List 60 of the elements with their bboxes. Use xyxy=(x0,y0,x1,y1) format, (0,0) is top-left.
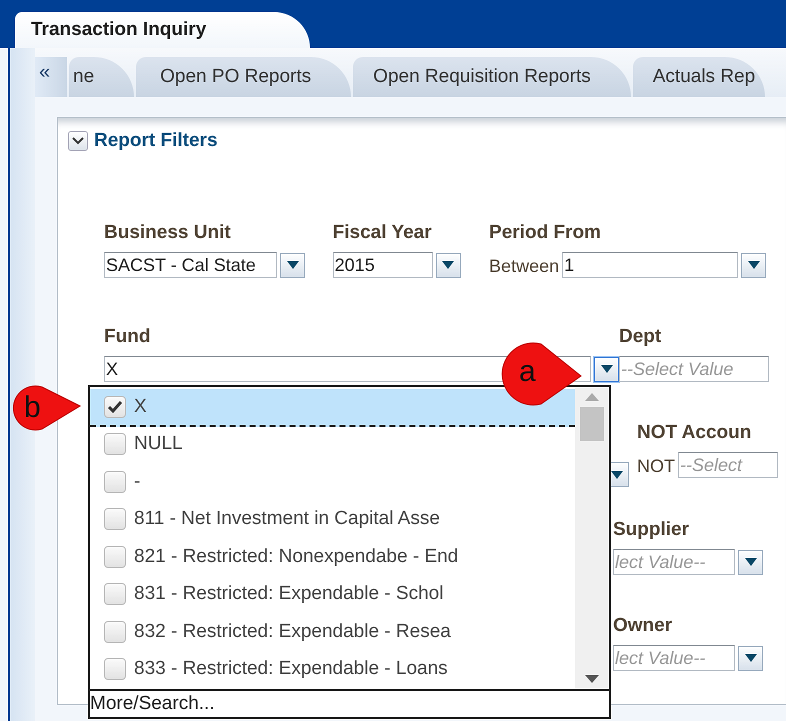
select-field[interactable]: --Select Value xyxy=(619,356,769,382)
field-label: Fiscal Year xyxy=(332,222,433,244)
dropdown-button[interactable] xyxy=(594,356,619,382)
caret-down-icon xyxy=(442,261,454,269)
scroll-thumb[interactable] xyxy=(580,407,604,441)
select-field[interactable]: 1 xyxy=(562,252,738,278)
dropdown-button[interactable] xyxy=(738,550,763,574)
checkbox[interactable] xyxy=(104,620,126,643)
field-label: Supplier xyxy=(613,519,690,541)
tab[interactable]: ne xyxy=(69,57,134,97)
checkbox[interactable] xyxy=(104,658,126,680)
checkbox[interactable] xyxy=(104,433,126,456)
dropdown-button[interactable] xyxy=(280,252,305,278)
dropdown-button[interactable] xyxy=(741,252,766,278)
list-option[interactable]: 821 - Restricted: Nonexpendabe - End xyxy=(90,539,575,576)
more-search-link[interactable]: More/Search... xyxy=(90,691,609,715)
list-option[interactable]: NULL xyxy=(90,426,575,464)
checkbox[interactable] xyxy=(104,583,126,606)
caret-down-icon xyxy=(610,470,622,478)
scroll-down-icon[interactable] xyxy=(585,675,599,683)
list-option[interactable]: 832 - Restricted: Expendable - Resea xyxy=(90,614,575,652)
dropdown-button[interactable] xyxy=(436,252,461,278)
checkbox[interactable] xyxy=(104,508,126,530)
field-prefix: NOT xyxy=(637,456,675,477)
list-option[interactable]: - xyxy=(90,464,575,502)
caret-down-icon xyxy=(744,654,756,662)
select-field[interactable]: SACST - Cal State xyxy=(104,252,277,278)
chevron-down-icon xyxy=(72,137,84,145)
list-option[interactable]: X xyxy=(90,389,575,426)
field-prefix: Between xyxy=(489,256,560,277)
checkbox[interactable] xyxy=(104,546,126,568)
select-field[interactable]: lect Value-- xyxy=(613,645,735,671)
select-field[interactable]: --Select xyxy=(678,452,778,478)
list-option[interactable]: 833 - Restricted: Expendable - Loans xyxy=(90,652,575,689)
window-title: Transaction Inquiry xyxy=(15,12,310,48)
field-label: Owner xyxy=(613,615,674,637)
dropdown-button[interactable] xyxy=(738,646,763,670)
collapse-tabs-button[interactable]: « xyxy=(35,57,67,97)
select-field[interactable]: lect Value-- xyxy=(613,549,735,575)
select-field[interactable]: 2015 xyxy=(332,252,433,278)
checkmark-icon xyxy=(108,400,122,413)
caret-down-icon xyxy=(748,261,760,269)
caret-down-icon xyxy=(600,365,612,373)
field-label: NOT Accoun xyxy=(637,422,752,444)
caret-down-icon xyxy=(744,558,756,566)
scrollbar[interactable] xyxy=(575,387,609,689)
checkbox[interactable] xyxy=(104,470,126,493)
field-label: Business Unit xyxy=(104,222,232,244)
caret-down-icon xyxy=(286,261,298,269)
field-label: Fund xyxy=(104,326,152,348)
field-label: Dept xyxy=(619,326,662,348)
checkbox[interactable] xyxy=(104,396,126,418)
tab[interactable]: Actuals Rep xyxy=(632,57,766,97)
field-label: Period From xyxy=(489,222,602,244)
panel-title: Report Filters xyxy=(94,130,218,152)
collapse-toggle[interactable] xyxy=(68,131,88,151)
tab[interactable]: Open Requisition Reports xyxy=(353,57,631,97)
tab[interactable]: Open PO Reports xyxy=(136,57,352,97)
list-option[interactable]: 811 - Net Investment in Capital Asse xyxy=(90,502,575,539)
list-option[interactable]: 831 - Restricted: Expendable - Schol xyxy=(90,576,575,614)
